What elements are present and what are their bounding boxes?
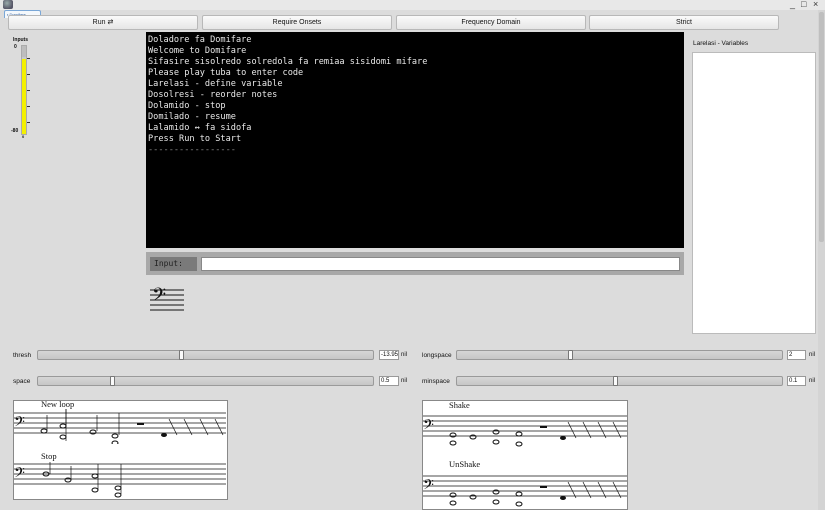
minspace-value[interactable]: 0.1	[787, 376, 806, 386]
run-button[interactable]: Run ⇄	[8, 15, 198, 30]
new-loop-staff: 𝄢	[14, 409, 226, 444]
svg-text:𝄢: 𝄢	[423, 477, 434, 497]
unshake-title: UnShake	[449, 459, 481, 469]
space-label: space	[13, 378, 31, 385]
thresh-unit: nil	[401, 352, 408, 358]
meter-level	[22, 59, 26, 134]
close-button[interactable]: ×	[813, 0, 818, 9]
console-line: Doladore fa Domifare	[148, 35, 252, 45]
thresh-label: thresh	[13, 352, 32, 359]
input-field[interactable]	[201, 257, 680, 271]
console-line: Dosolresi - reorder notes	[148, 90, 278, 100]
minspace-label: minspace	[422, 378, 450, 385]
stop-staff: 𝄢	[14, 462, 226, 498]
minspace-unit: nil	[809, 378, 816, 384]
meter-tick	[27, 90, 30, 91]
variables-list[interactable]	[692, 52, 816, 334]
minimize-button[interactable]: _	[790, 0, 795, 9]
unshake-staff: 𝄢	[423, 475, 627, 507]
title-bar	[0, 0, 825, 10]
thresh-slider-thumb[interactable]	[179, 350, 185, 360]
console-line: Welcome to Domifare	[148, 46, 247, 56]
minspace-slider[interactable]	[456, 376, 783, 386]
require-onsets-button[interactable]: Require Onsets	[202, 15, 392, 30]
meter-top-label: 0	[14, 44, 17, 50]
input-label: Input:	[150, 257, 197, 271]
svg-text:𝄢: 𝄢	[14, 414, 25, 434]
console-line: Domilado - resume	[148, 112, 236, 122]
frequency-domain-button[interactable]: Frequency Domain	[396, 15, 586, 30]
longspace-slider-thumb[interactable]	[568, 350, 574, 360]
console-line: Dolamido - stop	[148, 101, 226, 111]
app-icon	[3, 0, 13, 9]
strict-button[interactable]: Strict	[589, 15, 779, 30]
console-line: Please play tuba to enter code	[148, 68, 304, 78]
longspace-slider[interactable]	[456, 350, 783, 360]
rest-icon	[137, 423, 144, 425]
maximize-button[interactable]: □	[801, 0, 806, 9]
console-line: Press Run to Start	[148, 134, 242, 144]
console-line: Sifasire sisolredo solredola fa remiaa s…	[148, 57, 428, 67]
rest-icon	[540, 426, 547, 428]
console-line: Lalamido ↔ fa sidofa	[148, 123, 252, 133]
longspace-unit: nil	[809, 352, 816, 358]
minspace-slider-thumb[interactable]	[613, 376, 619, 386]
meter-tick	[27, 106, 30, 107]
longspace-label: longspace	[422, 352, 452, 359]
variables-title: Larelasi - Variables	[693, 40, 749, 47]
svg-text:𝄢: 𝄢	[14, 465, 25, 485]
scrollbar-thumb[interactable]	[819, 12, 824, 242]
space-slider[interactable]	[37, 376, 374, 386]
new-loop-title: New loop	[41, 399, 75, 409]
svg-text:𝄢: 𝄢	[152, 285, 166, 310]
space-value[interactable]: 0.5	[379, 376, 399, 386]
space-slider-thumb[interactable]	[109, 376, 115, 386]
meter-headroom	[22, 46, 26, 57]
console-separator: -----------------	[148, 145, 236, 155]
longspace-value[interactable]: 2	[787, 350, 806, 360]
meter-bottom-label: -80	[11, 128, 19, 134]
shake-title: Shake	[449, 400, 470, 410]
meter-tick	[27, 58, 30, 59]
meter-tick	[27, 122, 30, 123]
console-line: Larelasi - define variable	[148, 79, 283, 89]
inputs-meter-title: Inputs	[13, 37, 28, 43]
rest-icon	[540, 486, 547, 488]
meter-tick	[27, 74, 30, 75]
console-output: Doladore fa Domifare Welcome to Domifare…	[146, 32, 684, 248]
thresh-slider[interactable]	[37, 350, 374, 360]
meter-bottom-sub: 0	[22, 134, 25, 139]
bass-clef-icon: 𝄢	[150, 285, 184, 311]
svg-text:𝄢: 𝄢	[423, 417, 434, 437]
thresh-value[interactable]: -13.95	[379, 350, 399, 360]
space-unit: nil	[401, 378, 408, 384]
shake-staff: 𝄢	[423, 415, 627, 447]
